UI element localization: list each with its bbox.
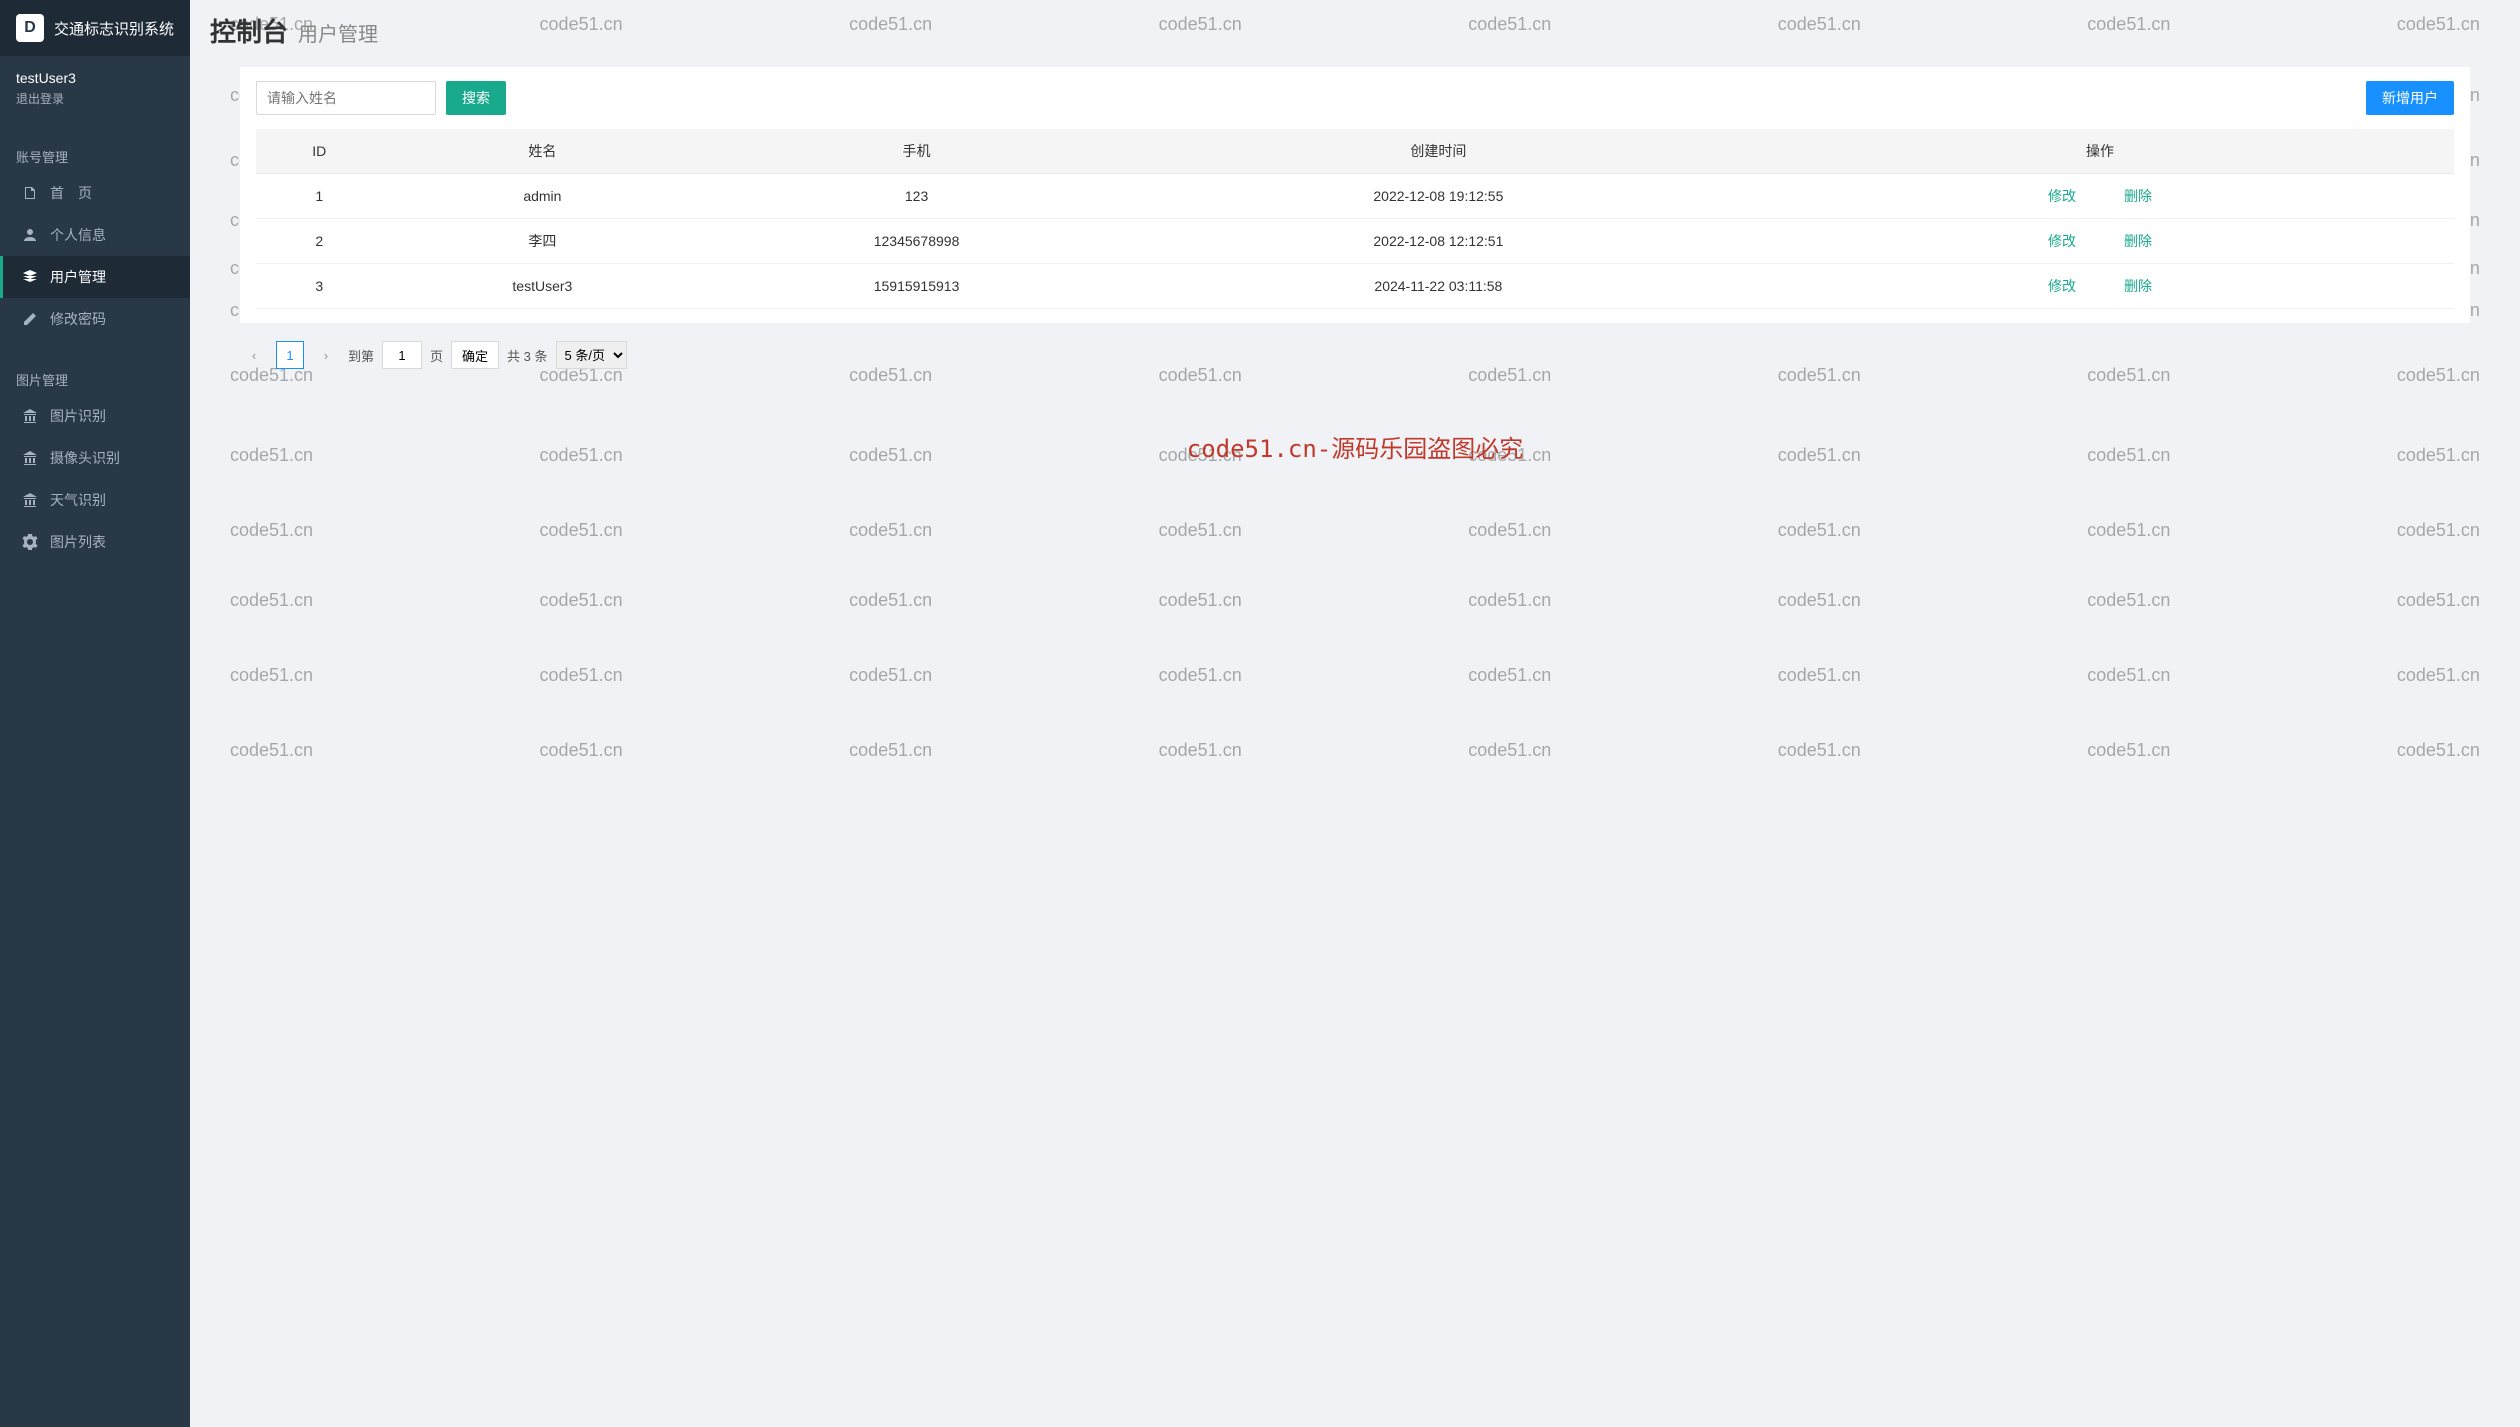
cell-id: 3 [256, 264, 382, 309]
table-row: 1admin1232022-12-08 19:12:55 修改 删除 [256, 174, 2454, 219]
main-content: code51.cncode51.cncode51.cncode51.cncode… [190, 0, 2520, 1427]
document-icon [22, 185, 38, 201]
watermark-row: code51.cncode51.cncode51.cncode51.cncode… [190, 665, 2520, 686]
logo-icon: D [16, 14, 44, 42]
goto-confirm-button[interactable]: 确定 [451, 341, 499, 369]
cell-actions: 修改 删除 [1746, 264, 2454, 309]
nav-item-label: 修改密码 [50, 309, 106, 329]
toolbar: 搜索 新增用户 [256, 81, 2454, 115]
user-icon [22, 227, 38, 243]
goto-page-input[interactable] [382, 341, 422, 369]
goto-label: 到第 [348, 346, 374, 365]
delete-link[interactable]: 删除 [2124, 188, 2152, 204]
search-button[interactable]: 搜索 [446, 81, 506, 115]
nav-item-label: 用户管理 [50, 267, 106, 287]
edit-link[interactable]: 修改 [2048, 188, 2076, 204]
nav-item-home[interactable]: 首 页 [0, 172, 190, 214]
nav-item-image-list[interactable]: 图片列表 [0, 521, 190, 563]
cell-name: 李四 [382, 219, 702, 264]
app-title: 交通标志识别系统 [54, 18, 174, 39]
center-watermark: code51.cn-源码乐园盗图必究 [190, 429, 2520, 464]
page-number[interactable]: 1 [276, 341, 304, 369]
sidebar-header: D 交通标志识别系统 [0, 0, 190, 56]
add-user-button[interactable]: 新增用户 [2366, 81, 2454, 115]
delete-link[interactable]: 删除 [2124, 233, 2152, 249]
page-header: 控制台 用户管理 [190, 0, 2520, 57]
next-page-button[interactable]: › [312, 341, 340, 369]
cell-created: 2022-12-08 19:12:55 [1131, 174, 1746, 219]
nav-section-title: 账号管理 [0, 135, 190, 172]
prev-page-button[interactable]: ‹ [240, 341, 268, 369]
user-table: ID 姓名 手机 创建时间 操作 1admin1232022-12-08 19:… [256, 129, 2454, 309]
bank-icon [22, 408, 38, 424]
nav-section-image: 图片管理 图片识别 摄像头识别 天气识别 图片列表 [0, 358, 190, 563]
table-row: 3testUser3159159159132024-11-22 03:11:58… [256, 264, 2454, 309]
nav-item-profile[interactable]: 个人信息 [0, 214, 190, 256]
content-card: 搜索 新增用户 ID 姓名 手机 创建时间 操作 [240, 67, 2470, 323]
nav-item-weather-recognition[interactable]: 天气识别 [0, 479, 190, 521]
total-count: 共 3 条 [507, 346, 547, 365]
nav-item-camera-recognition[interactable]: 摄像头识别 [0, 437, 190, 479]
page-size-select[interactable]: 5 条/页 [556, 341, 627, 369]
page-title-sub: 用户管理 [298, 18, 378, 47]
nav-section-account: 账号管理 首 页 个人信息 用户管理 修改密码 [0, 135, 190, 340]
cell-actions: 修改 删除 [1746, 219, 2454, 264]
delete-link[interactable]: 删除 [2124, 278, 2152, 294]
col-id: ID [256, 129, 382, 174]
cell-phone: 15915915913 [702, 264, 1130, 309]
nav-item-label: 天气识别 [50, 490, 106, 510]
layers-icon [22, 269, 38, 285]
table-row: 2李四123456789982022-12-08 12:12:51 修改 删除 [256, 219, 2454, 264]
search-input[interactable] [256, 81, 436, 115]
nav-item-users[interactable]: 用户管理 [0, 256, 190, 298]
col-name: 姓名 [382, 129, 702, 174]
col-created: 创建时间 [1131, 129, 1746, 174]
watermark-row: code51.cncode51.cncode51.cncode51.cncode… [190, 740, 2520, 761]
page-title-main: 控制台 [210, 12, 288, 49]
nav-item-image-recognition[interactable]: 图片识别 [0, 395, 190, 437]
gear-icon [22, 534, 38, 550]
watermark-row: code51.cncode51.cncode51.cncode51.cncode… [190, 590, 2520, 611]
watermark-row: code51.cncode51.cncode51.cncode51.cncode… [190, 520, 2520, 541]
cell-created: 2024-11-22 03:11:58 [1131, 264, 1746, 309]
logout-link[interactable]: 退出登录 [16, 90, 174, 107]
nav-item-label: 首 页 [50, 183, 92, 203]
pagination: ‹ 1 › 到第 页 确定 共 3 条 5 条/页 [190, 331, 2520, 379]
nav-item-label: 摄像头识别 [50, 448, 120, 468]
edit-link[interactable]: 修改 [2048, 233, 2076, 249]
cell-phone: 12345678998 [702, 219, 1130, 264]
col-phone: 手机 [702, 129, 1130, 174]
pencil-icon [22, 311, 38, 327]
cell-id: 2 [256, 219, 382, 264]
username: testUser3 [16, 70, 174, 86]
goto-suffix: 页 [430, 346, 443, 365]
cell-name: admin [382, 174, 702, 219]
nav-item-label: 图片列表 [50, 532, 106, 552]
cell-phone: 123 [702, 174, 1130, 219]
cell-actions: 修改 删除 [1746, 174, 2454, 219]
cell-id: 1 [256, 174, 382, 219]
bank-icon [22, 492, 38, 508]
nav-item-password[interactable]: 修改密码 [0, 298, 190, 340]
col-action: 操作 [1746, 129, 2454, 174]
bank-icon [22, 450, 38, 466]
nav-item-label: 个人信息 [50, 225, 106, 245]
cell-name: testUser3 [382, 264, 702, 309]
edit-link[interactable]: 修改 [2048, 278, 2076, 294]
sidebar: D 交通标志识别系统 testUser3 退出登录 账号管理 首 页 个人信息 … [0, 0, 190, 1427]
nav-section-title: 图片管理 [0, 358, 190, 395]
nav-item-label: 图片识别 [50, 406, 106, 426]
cell-created: 2022-12-08 12:12:51 [1131, 219, 1746, 264]
user-block: testUser3 退出登录 [0, 56, 190, 117]
